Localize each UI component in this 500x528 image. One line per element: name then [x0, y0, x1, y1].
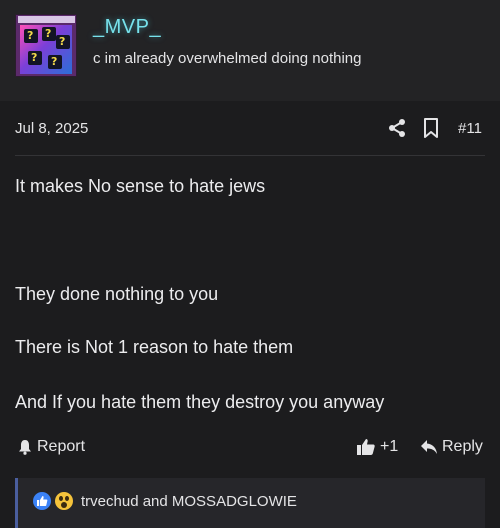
share-icon[interactable] — [387, 118, 407, 138]
bell-icon — [19, 440, 31, 455]
avatar-card-art: ? ? ? ? ? — [20, 25, 72, 74]
post-number-link[interactable]: #11 — [458, 120, 482, 137]
author-user-title: c im already overwhelmed doing nothing — [93, 50, 362, 67]
hat-icon: ? — [48, 55, 62, 69]
avatar-card-title-bar — [18, 16, 75, 23]
post-body-line: It makes No sense to hate jews — [15, 176, 266, 196]
post-body-line: There is Not 1 reason to hate them — [15, 337, 294, 357]
post-body-line: They done nothing to you — [15, 284, 219, 304]
hat-icon: ? — [24, 29, 38, 43]
thumbs-up-icon — [357, 439, 375, 455]
report-button[interactable]: Report — [17, 438, 85, 456]
like-button[interactable]: +1 — [356, 438, 398, 456]
reply-button[interactable]: Reply — [420, 438, 483, 456]
reply-label: Reply — [442, 438, 483, 455]
hat-icon: ? — [56, 35, 70, 49]
hat-icon: ? — [42, 27, 56, 41]
reactions-users-text[interactable]: trvechud and MOSSADGLOWIE — [81, 493, 297, 510]
like-reaction-icon — [33, 492, 51, 510]
reply-icon — [421, 440, 437, 454]
post-author-header: ? ? ? ? ? _MVP_ c im already overwhelmed… — [0, 0, 500, 101]
like-count: +1 — [380, 438, 399, 455]
hat-icon: ? — [28, 51, 42, 65]
wow-reaction-icon — [55, 492, 73, 510]
author-username[interactable]: _MVP_ — [93, 16, 161, 39]
report-label: Report — [37, 438, 86, 455]
post-date[interactable]: Jul 8, 2025 — [15, 120, 88, 137]
post-body-line: And If you hate them they destroy you an… — [15, 392, 385, 412]
post-meta-divider — [15, 155, 485, 156]
author-avatar[interactable]: ? ? ? ? ? — [15, 14, 77, 77]
reactions-bar[interactable]: trvechud and MOSSADGLOWIE — [15, 478, 485, 528]
bookmark-icon[interactable] — [423, 118, 439, 138]
